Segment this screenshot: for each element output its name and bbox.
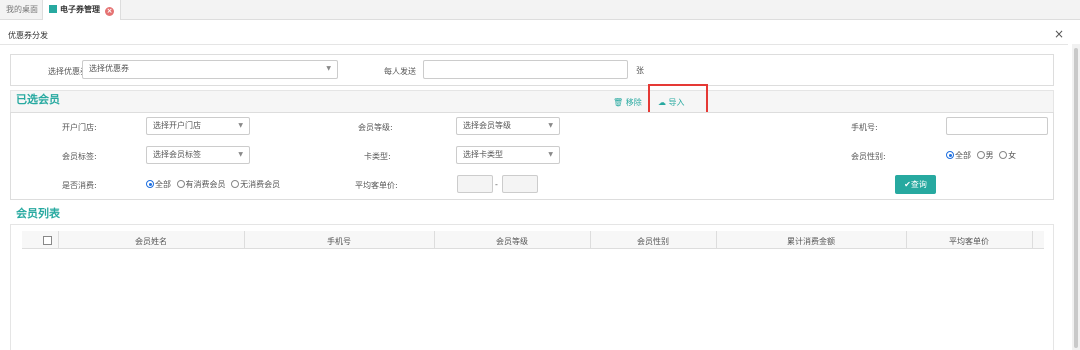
column-separator <box>1032 231 1033 249</box>
check-icon: ✔ <box>904 180 911 189</box>
level-label: 会员等级: <box>358 123 393 132</box>
gender-radio-all[interactable] <box>946 151 954 159</box>
tab-label: 我的桌面 <box>6 5 38 14</box>
store-select-value: 选择开户门店 <box>153 121 201 130</box>
tab-label: 电子券管理 <box>60 5 100 14</box>
tag-select[interactable]: 选择会员标签 ▼ <box>146 146 250 164</box>
store-label: 开户门店: <box>62 123 97 132</box>
radio-label: 全部 <box>955 151 971 160</box>
coupon-select[interactable]: 选择优惠券 ▼ <box>82 60 338 79</box>
column-header-name: 会员姓名 <box>135 237 167 246</box>
divider <box>0 44 1068 45</box>
import-label: 导入 <box>668 98 685 107</box>
selected-members-header <box>10 90 1054 112</box>
tab-close-icon[interactable]: × <box>105 7 114 16</box>
card-label: 卡类型: <box>364 152 391 161</box>
chevron-down-icon: ▼ <box>238 151 243 158</box>
trash-icon: 🗑 <box>613 98 624 107</box>
gender-radio-male[interactable] <box>976 151 985 159</box>
tag-select-value: 选择会员标签 <box>153 150 201 159</box>
chevron-down-icon: ▼ <box>238 122 243 129</box>
consume-label: 是否消费: <box>62 181 97 190</box>
vertical-scrollbar[interactable] <box>1072 44 1080 350</box>
consume-radio-yes[interactable] <box>176 180 185 188</box>
selected-members-heading: 已选会员 <box>16 93 60 106</box>
per-person-label: 每人发送 <box>384 67 416 76</box>
chevron-down-icon: ▼ <box>548 122 553 129</box>
column-header-avg-price: 平均客单价 <box>949 237 989 246</box>
avg-price-label: 平均客单价: <box>355 181 398 190</box>
consume-radio-all[interactable] <box>146 180 154 188</box>
import-button[interactable]: ☁ 导入 <box>658 97 685 108</box>
card-select[interactable]: 选择卡类型 ▼ <box>456 146 560 164</box>
tab-bar: 我的桌面 电子券管理 × <box>0 0 1080 20</box>
level-select-value: 选择会员等级 <box>463 121 511 130</box>
store-select[interactable]: 选择开户门店 ▼ <box>146 117 250 135</box>
close-icon[interactable]: × <box>1054 27 1064 41</box>
dialog-title: 优惠券分发 <box>8 31 48 40</box>
phone-label: 手机号: <box>851 123 878 132</box>
unit-label: 张 <box>636 66 644 75</box>
gender-radio-group: 全部 男 女 <box>946 150 1019 161</box>
avg-price-max-input[interactable] <box>502 175 538 193</box>
document-icon <box>49 5 57 13</box>
member-list-heading: 会员列表 <box>16 207 60 220</box>
remove-label: 移除 <box>625 98 642 107</box>
coupon-select-value: 选择优惠券 <box>89 64 129 73</box>
tab-my-desktop[interactable]: 我的桌面 <box>0 0 44 20</box>
per-person-input[interactable] <box>423 60 628 79</box>
column-header-phone: 手机号 <box>327 237 351 246</box>
cloud-upload-icon: ☁ <box>658 98 666 107</box>
level-select[interactable]: 选择会员等级 ▼ <box>456 117 560 135</box>
consume-radio-group: 全部 有消费会员 无消费会员 <box>146 179 283 190</box>
query-label: 查询 <box>910 180 927 189</box>
phone-input[interactable] <box>946 117 1048 135</box>
column-header-total-spend: 累计消费金额 <box>787 237 835 246</box>
tag-label: 会员标签: <box>62 152 97 161</box>
select-all-checkbox[interactable] <box>43 236 52 245</box>
column-header-gender: 会员性别 <box>637 237 669 246</box>
scrollbar-thumb[interactable] <box>1074 48 1078 348</box>
chevron-down-icon: ▼ <box>548 151 553 158</box>
chevron-down-icon: ▼ <box>326 65 331 72</box>
gender-label: 会员性别: <box>851 152 886 161</box>
gender-radio-female[interactable] <box>999 151 1008 159</box>
radio-label: 无消费会员 <box>240 180 281 189</box>
radio-label: 全部 <box>155 180 171 189</box>
avg-price-min-input[interactable] <box>457 175 493 193</box>
remove-button[interactable]: 🗑 移除 <box>613 97 642 108</box>
consume-radio-no[interactable] <box>231 180 240 188</box>
radio-label: 女 <box>1008 151 1017 160</box>
column-header-level: 会员等级 <box>496 237 528 246</box>
member-list-header <box>10 204 1054 224</box>
card-select-value: 选择卡类型 <box>463 150 503 159</box>
tab-coupon-management[interactable]: 电子券管理 × <box>42 0 121 20</box>
range-separator: - <box>495 180 498 189</box>
radio-label: 有消费会员 <box>185 180 226 189</box>
radio-label: 男 <box>985 151 994 160</box>
query-button[interactable]: ✔查询 <box>895 175 936 194</box>
